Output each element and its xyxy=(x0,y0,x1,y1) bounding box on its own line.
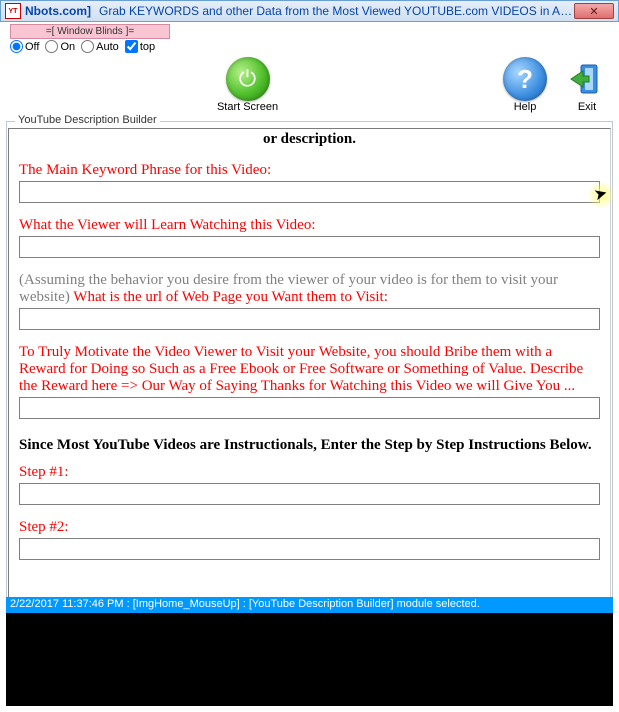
app-icon: YT xyxy=(5,3,21,19)
help-button[interactable]: ? Help xyxy=(503,57,547,113)
console-pane xyxy=(6,613,613,706)
title-bar: YT Nbots.com] Grab KEYWORDS and other Da… xyxy=(0,0,619,22)
steps-header: Since Most YouTube Videos are Instructio… xyxy=(19,437,600,454)
wb-off-radio[interactable]: Off xyxy=(10,40,39,53)
help-icon: ? xyxy=(503,57,547,101)
titlebar-text: Grab KEYWORDS and other Data from the Mo… xyxy=(99,4,574,18)
power-icon: ⏻ xyxy=(226,57,270,101)
exit-icon xyxy=(565,57,609,101)
step2-input[interactable] xyxy=(19,538,600,560)
step1-label: Step #1: xyxy=(19,464,600,481)
form-header: or description. xyxy=(19,131,600,148)
help-label: Help xyxy=(514,101,537,113)
main-keyword-input[interactable] xyxy=(19,181,600,203)
windowblinds-options: Off On Auto top xyxy=(10,40,619,53)
window-close-button[interactable]: ✕ xyxy=(574,3,614,19)
wb-on-radio[interactable]: On xyxy=(45,40,75,53)
step1-input[interactable] xyxy=(19,483,600,505)
learn-input[interactable] xyxy=(19,236,600,258)
url-block: (Assuming the behavior you desire from t… xyxy=(19,272,600,306)
titlebar-site: Nbots.com] xyxy=(25,4,91,18)
status-bar: 2/22/2017 11:37:46 PM : [ImgHome_MouseUp… xyxy=(6,597,613,613)
wb-auto-radio[interactable]: Auto xyxy=(81,40,119,53)
group-title: YouTube Description Builder xyxy=(15,114,160,126)
learn-label: What the Viewer will Learn Watching this… xyxy=(19,217,600,234)
description-builder-group: YouTube Description Builder or descripti… xyxy=(6,121,613,610)
windowblinds-header: =[ Window Blinds ]= xyxy=(10,24,170,39)
motivate-text: To Truly Motivate the Video Viewer to Vi… xyxy=(19,344,600,395)
toolbar: ⏻ Start Screen ? Help Exit xyxy=(0,53,619,115)
start-screen-label: Start Screen xyxy=(217,101,278,113)
exit-label: Exit xyxy=(578,101,596,113)
url-input[interactable] xyxy=(19,308,600,330)
step2-label: Step #2: xyxy=(19,519,600,536)
url-label: What is the url of Web Page you Want the… xyxy=(73,289,388,305)
exit-button[interactable]: Exit xyxy=(565,57,609,113)
form-scroll-area[interactable]: or description. The Main Keyword Phrase … xyxy=(8,128,611,608)
wb-top-checkbox[interactable]: top xyxy=(125,40,155,53)
main-keyword-label: The Main Keyword Phrase for this Video: xyxy=(19,162,600,179)
start-screen-button[interactable]: ⏻ Start Screen xyxy=(217,57,278,113)
reward-input[interactable] xyxy=(19,397,600,419)
